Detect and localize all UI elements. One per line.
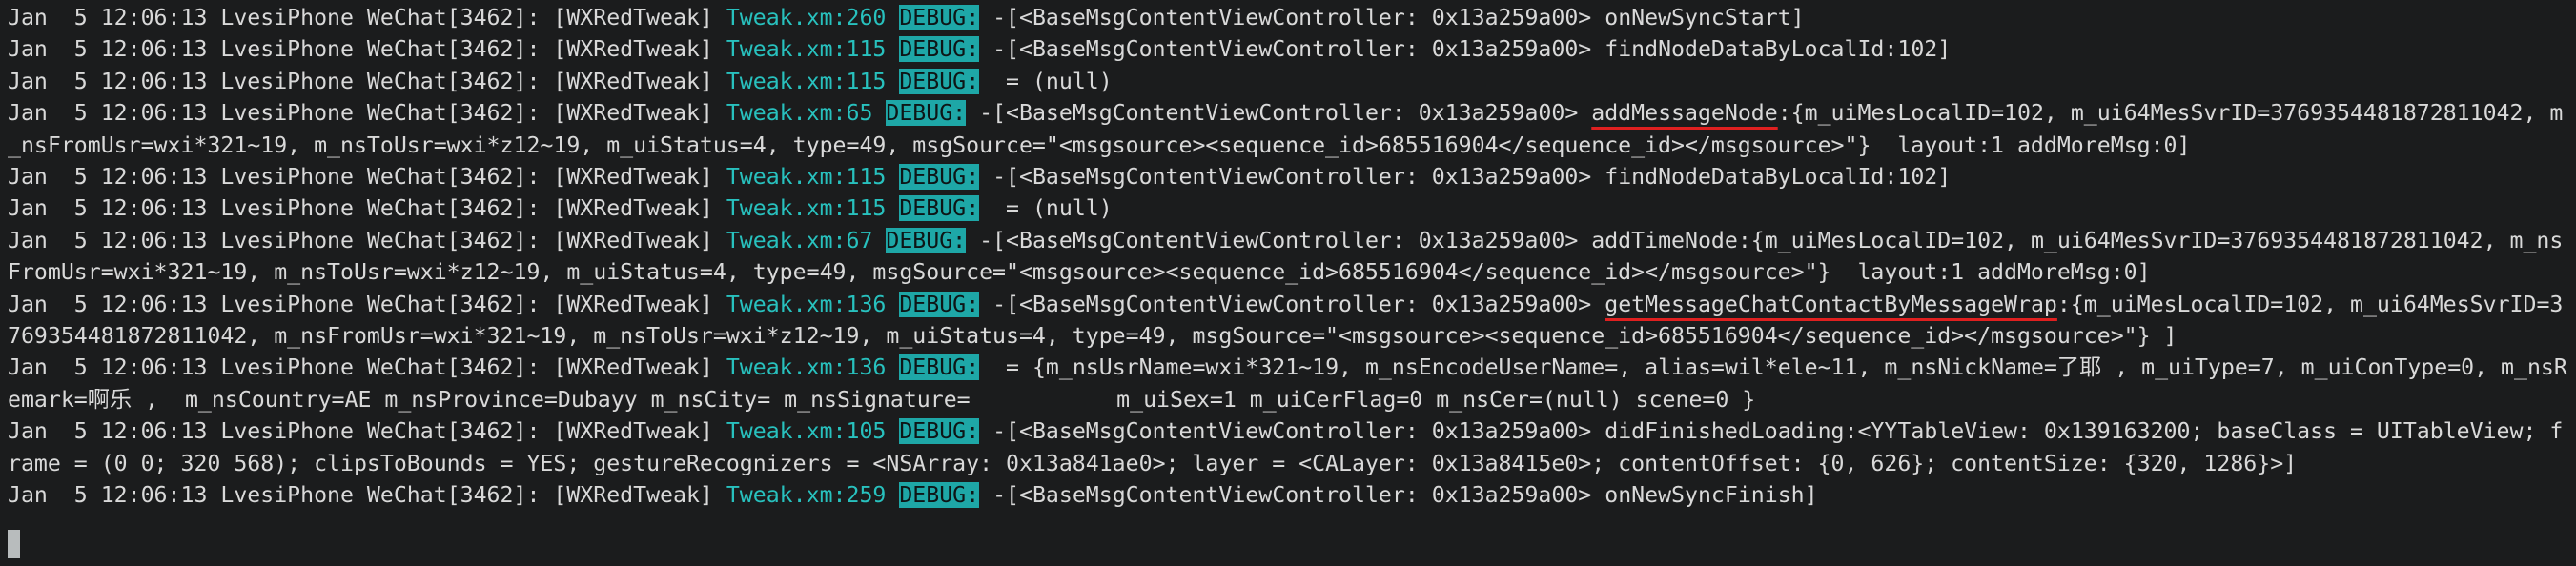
log-text: Jan 5 12:06:13 LvesiPhone WeChat[3462]: … [8,418,726,445]
source-file-ref: Tweak.xm:115 [726,36,887,63]
log-text: -[<BaseMsgContentViewController: 0x13a25… [979,5,1805,30]
log-text: FromUsr=wxi*321~19, m_nsToUsr=wxi*z12~19… [8,259,2151,286]
log-line: Jan 5 12:06:13 LvesiPhone WeChat[3462]: … [8,66,1113,97]
log-text: Jan 5 12:06:13 LvesiPhone WeChat[3462]: … [8,164,726,190]
underlined-method: addMessageNode [1591,100,1778,127]
debug-badge: DEBUG: [899,418,980,445]
log-text: :{m_uiMesLocalID=102, m_ui64MesSvrID=376… [1777,100,2564,127]
log-text: Jan 5 12:06:13 LvesiPhone WeChat[3462]: … [8,482,726,508]
underlined-method: getMessageChatContactByMessageWrap [1605,291,2057,317]
log-line: Jan 5 12:06:13 LvesiPhone WeChat[3462]: … [8,192,1113,224]
debug-badge: DEBUG: [899,195,980,222]
source-file-ref: Tweak.xm:105 [726,418,887,445]
log-text: = (null) [979,68,1113,94]
log-text: _nsFromUsr=wxi*321~19, m_nsToUsr=wxi*z12… [8,131,2191,158]
log-text: Jan 5 12:06:13 LvesiPhone WeChat[3462]: … [8,354,726,381]
log-text: Jan 5 12:06:13 LvesiPhone WeChat[3462]: … [8,5,726,30]
log-line: _nsFromUsr=wxi*321~19, m_nsToUsr=wxi*z12… [8,130,2190,161]
debug-badge: DEBUG: [899,291,980,317]
log-text: -[<BaseMsgContentViewController: 0x13a25… [979,482,1818,508]
log-text: Jan 5 12:06:13 LvesiPhone WeChat[3462]: … [8,68,726,94]
debug-badge: DEBUG: [899,482,980,508]
debug-badge: DEBUG: [899,164,980,190]
log-line: 769354481872811042, m_nsFromUsr=wxi*321~… [8,320,2177,352]
log-text: emark=啊乐 , m_nsCountry=AE m_nsProvince=D… [8,386,1756,413]
terminal-window[interactable]: Jan 5 12:06:13 LvesiPhone WeChat[3462]: … [0,0,2576,566]
debug-badge: DEBUG: [886,227,967,253]
log-text: -[<BaseMsgContentViewController: 0x13a25… [979,164,1952,190]
log-text: Jan 5 12:06:13 LvesiPhone WeChat[3462]: … [8,195,726,222]
source-file-ref: Tweak.xm:136 [726,291,887,317]
log-line: Jan 5 12:06:13 LvesiPhone WeChat[3462]: … [8,97,2563,129]
source-file-ref: Tweak.xm:115 [726,68,887,94]
source-file-ref: Tweak.xm:115 [726,164,887,190]
debug-badge: DEBUG: [899,354,980,381]
log-text: 769354481872811042, m_nsFromUsr=wxi*321~… [8,323,2177,349]
log-text: Jan 5 12:06:13 LvesiPhone WeChat[3462]: … [8,36,726,63]
log-text: -[<BaseMsgContentViewController: 0x13a25… [979,418,2564,445]
log-line: emark=啊乐 , m_nsCountry=AE m_nsProvince=D… [8,384,1755,415]
log-text: -[<BaseMsgContentViewController: 0x13a25… [979,291,1605,317]
source-file-ref: Tweak.xm:260 [726,5,887,30]
log-line: Jan 5 12:06:13 LvesiPhone WeChat[3462]: … [8,225,2563,256]
text-cursor[interactable] [8,530,20,558]
source-file-ref: Tweak.xm:136 [726,354,887,381]
source-file-ref: Tweak.xm:259 [726,482,887,508]
log-text: rame = (0 0; 320 568); clipsToBounds = Y… [8,450,2298,476]
log-text: :{m_uiMesLocalID=102, m_ui64MesSvrID=3 [2056,291,2564,317]
log-line: rame = (0 0; 320 568); clipsToBounds = Y… [8,448,2297,479]
log-text: = {m_nsUsrName=wxi*321~19, m_nsEncodeUse… [979,354,2567,381]
debug-badge: DEBUG: [899,5,980,30]
debug-badge: DEBUG: [899,68,980,94]
source-file-ref: Tweak.xm:65 [726,100,873,127]
debug-badge: DEBUG: [886,100,967,127]
log-text: -[<BaseMsgContentViewController: 0x13a25… [966,227,2564,253]
log-line: Jan 5 12:06:13 LvesiPhone WeChat[3462]: … [8,479,1818,511]
log-line: Jan 5 12:06:13 LvesiPhone WeChat[3462]: … [8,2,1805,33]
log-text: = (null) [979,195,1113,222]
log-text: Jan 5 12:06:13 LvesiPhone WeChat[3462]: … [8,227,726,253]
debug-badge: DEBUG: [899,36,980,63]
log-text: Jan 5 12:06:13 LvesiPhone WeChat[3462]: … [8,291,726,317]
source-file-ref: Tweak.xm:67 [726,227,873,253]
log-line: Jan 5 12:06:13 LvesiPhone WeChat[3462]: … [8,289,2563,320]
log-text: -[<BaseMsgContentViewController: 0x13a25… [979,36,1952,63]
log-text: -[<BaseMsgContentViewController: 0x13a25… [966,100,1592,127]
log-line: FromUsr=wxi*321~19, m_nsToUsr=wxi*z12~19… [8,256,2151,288]
log-line: Jan 5 12:06:13 LvesiPhone WeChat[3462]: … [8,352,2567,383]
log-line: Jan 5 12:06:13 LvesiPhone WeChat[3462]: … [8,415,2563,447]
source-file-ref: Tweak.xm:115 [726,195,887,222]
log-text: Jan 5 12:06:13 LvesiPhone WeChat[3462]: … [8,100,726,127]
log-line: Jan 5 12:06:13 LvesiPhone WeChat[3462]: … [8,161,1951,192]
log-line: Jan 5 12:06:13 LvesiPhone WeChat[3462]: … [8,33,1951,65]
